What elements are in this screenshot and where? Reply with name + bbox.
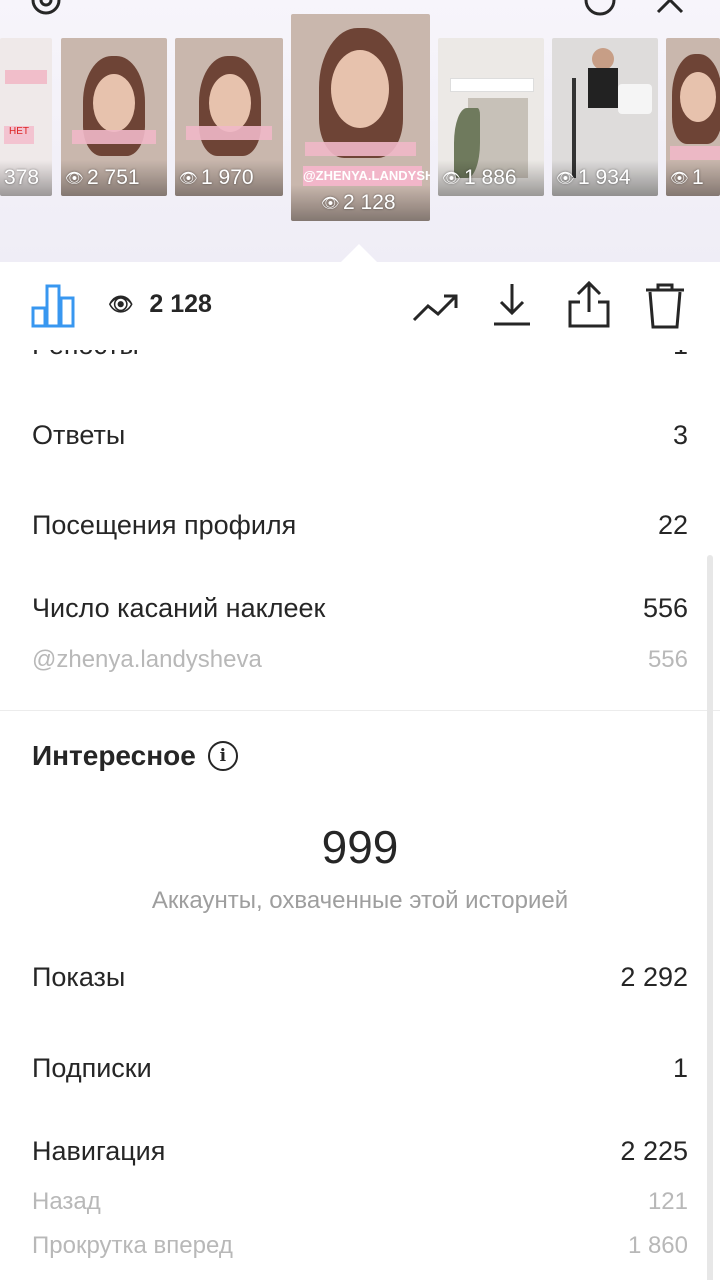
story-thumbnail[interactable]: НЕТ 378 bbox=[0, 38, 52, 196]
scrollbar[interactable] bbox=[707, 555, 713, 1280]
views-count: 2 128 bbox=[149, 290, 212, 318]
stat-label: Назад bbox=[32, 1188, 101, 1215]
stat-label: Число касаний наклеек bbox=[32, 593, 326, 623]
share-icon[interactable] bbox=[566, 280, 612, 335]
stat-label[interactable]: @zhenya.landysheva bbox=[32, 646, 262, 674]
active-story-pointer bbox=[341, 244, 377, 262]
info-icon[interactable]: i bbox=[207, 741, 238, 771]
stat-value: 2 292 bbox=[620, 962, 688, 992]
stat-label: Навигация bbox=[32, 1136, 166, 1166]
stat-value: 556 bbox=[642, 593, 688, 623]
bar-chart-icon[interactable] bbox=[30, 282, 76, 333]
stat-row-navigation: Навигация 2 225 bbox=[32, 1136, 688, 1167]
story-insights-sheet: Репосты 1 Ответы 3 Посещения профиля 22 … bbox=[0, 350, 720, 1280]
story-thumbnail[interactable]: 👁 1 886 bbox=[438, 38, 544, 196]
section-title-text: Интересное bbox=[32, 740, 196, 771]
settings-icon[interactable] bbox=[28, 0, 64, 18]
stat-label: Ответы bbox=[32, 420, 126, 450]
stat-row-back: Назад 121 bbox=[32, 1188, 688, 1216]
story-views: 1 bbox=[692, 166, 704, 189]
stat-value: 22 bbox=[657, 510, 688, 540]
eye-icon: 👁 bbox=[321, 195, 341, 212]
story-views: 2 751 bbox=[87, 166, 140, 189]
reach-value: 999 bbox=[321, 821, 399, 873]
stat-label: Показы bbox=[32, 962, 126, 992]
story-thumbnail[interactable]: 👁 1 bbox=[666, 38, 720, 196]
story-sticker: @ZHENYA.LANDYSHEVA bbox=[303, 166, 430, 186]
story-views: 378 bbox=[4, 166, 40, 189]
eye-icon: 👁 bbox=[442, 170, 462, 187]
eye-icon: 👁 bbox=[108, 294, 134, 316]
stat-row-sticker-taps: Число касаний наклеек 556 bbox=[32, 593, 688, 624]
story-thumbnail[interactable]: 👁 1 970 bbox=[175, 38, 283, 196]
stat-value: 121 bbox=[647, 1188, 688, 1215]
stat-label: Прокрутка вперед bbox=[32, 1232, 233, 1259]
section-title-discovery: Интересное i bbox=[32, 740, 238, 772]
stat-value: 556 bbox=[647, 646, 688, 673]
download-icon[interactable] bbox=[492, 282, 532, 333]
stat-value: 1 bbox=[672, 1053, 688, 1083]
close-icon[interactable] bbox=[652, 0, 688, 18]
eye-icon: 👁 bbox=[670, 170, 690, 187]
story-thumbnail-active[interactable]: @ZHENYA.LANDYSHEVA 👁2 128 bbox=[291, 14, 430, 221]
reach-caption: Аккаунты, охваченные этой историей bbox=[151, 887, 569, 914]
stat-row-replies: Ответы 3 bbox=[32, 420, 688, 451]
stat-row-sticker-handle[interactable]: @zhenya.landysheva 556 bbox=[32, 646, 688, 674]
trend-icon[interactable] bbox=[412, 286, 460, 331]
story-views: 1 886 bbox=[464, 166, 517, 189]
stat-value: 2 225 bbox=[620, 1136, 688, 1166]
trash-icon[interactable] bbox=[644, 282, 686, 335]
stat-label: Посещения профиля bbox=[32, 510, 297, 540]
story-thumbnail[interactable]: 👁 1 934 bbox=[552, 38, 658, 196]
stat-value: 1 860 bbox=[627, 1232, 688, 1259]
story-views: 2 128 bbox=[343, 191, 396, 214]
stat-row-impressions: Показы 2 292 bbox=[32, 962, 688, 993]
eye-icon: 👁 bbox=[179, 170, 199, 187]
stat-row-forward: Прокрутка вперед 1 860 bbox=[32, 1232, 688, 1260]
eye-icon: 👁 bbox=[556, 170, 576, 187]
eye-icon: 👁 bbox=[65, 170, 85, 187]
section-divider bbox=[0, 710, 720, 711]
views-counter: 👁 2 128 bbox=[108, 290, 212, 319]
story-thumbnail[interactable]: 👁 2 751 bbox=[61, 38, 167, 196]
story-views: 1 934 bbox=[578, 166, 631, 189]
story-views: 1 970 bbox=[201, 166, 254, 189]
highlight-icon[interactable] bbox=[582, 0, 618, 18]
shares-value: 1 bbox=[673, 350, 688, 361]
stat-row-follows: Подписки 1 bbox=[32, 1053, 688, 1084]
stat-label: Подписки bbox=[32, 1053, 152, 1083]
stat-row-profile-visits: Посещения профиля 22 bbox=[32, 510, 688, 541]
stat-value: 3 bbox=[672, 420, 688, 450]
shares-label: Репосты bbox=[32, 350, 139, 361]
